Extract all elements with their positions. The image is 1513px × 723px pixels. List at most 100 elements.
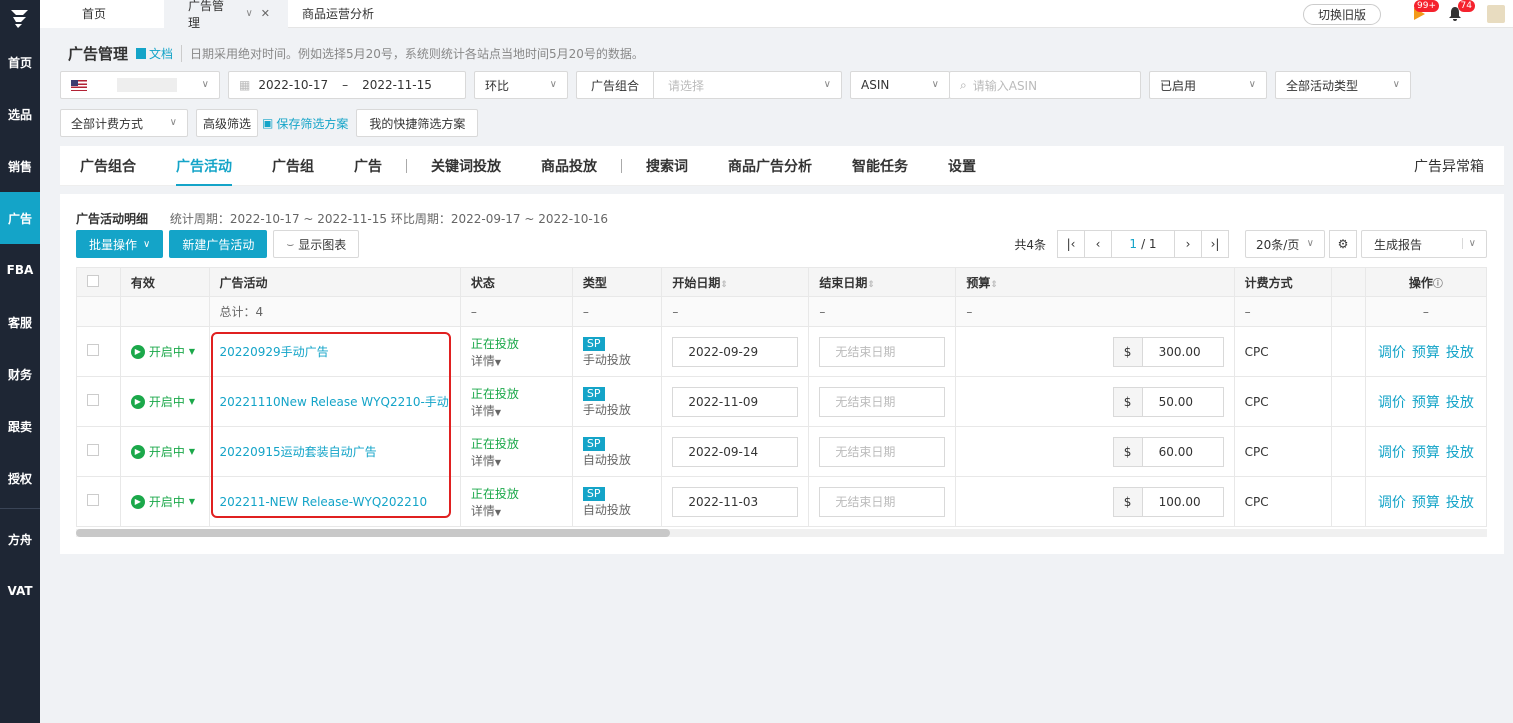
subtab-8[interactable]: 智能任务	[832, 146, 928, 186]
subtab-9[interactable]: 设置	[928, 146, 996, 186]
campaign-name-link[interactable]: 20220915运动套装自动广告	[220, 445, 377, 459]
end-date-input[interactable]: 无结束日期	[819, 436, 946, 467]
adjust-bid-link[interactable]: 调价	[1378, 395, 1406, 411]
avatar[interactable]	[1487, 5, 1505, 23]
start-date-input[interactable]: 2022-11-09	[672, 386, 799, 417]
budget-link[interactable]: 预算	[1412, 395, 1440, 411]
sidebar-item-8[interactable]: 授权	[0, 452, 40, 504]
next-page-button[interactable]: ›	[1174, 230, 1202, 258]
sidebar-item-7[interactable]: 跟卖	[0, 400, 40, 452]
tab-home[interactable]: 首页	[40, 0, 164, 28]
start-date-input[interactable]: 2022-09-14	[672, 436, 799, 467]
page-indicator[interactable]: 1 / 1	[1111, 230, 1175, 258]
row-checkbox[interactable]	[87, 344, 99, 356]
horizontal-scrollbar[interactable]	[76, 529, 1487, 537]
end-date-input[interactable]: 无结束日期	[819, 386, 946, 417]
budget-link[interactable]: 预算	[1412, 345, 1440, 361]
adjust-bid-link[interactable]: 调价	[1378, 345, 1406, 361]
adjust-bid-link[interactable]: 调价	[1378, 445, 1406, 461]
sidebar-item-10[interactable]: VAT	[0, 565, 40, 617]
sidebar-item-6[interactable]: 财务	[0, 348, 40, 400]
first-page-button[interactable]: |‹	[1057, 230, 1085, 258]
info-icon[interactable]: ⓘ	[1433, 279, 1443, 290]
switch-old-version-button[interactable]: 切换旧版	[1302, 3, 1381, 25]
enabled-toggle[interactable]: ▶ 开启中 ▼	[130, 443, 199, 460]
show-chart-button[interactable]: ⌣ 显示图表	[273, 230, 360, 258]
targeting-link[interactable]: 投放	[1446, 445, 1474, 461]
notification-flag-icon[interactable]: 99+	[1409, 0, 1439, 24]
campaign-type-select[interactable]: 全部活动类型 ∨	[1275, 71, 1411, 99]
row-checkbox[interactable]	[87, 394, 99, 406]
enabled-toggle[interactable]: ▶ 开启中 ▼	[130, 393, 199, 410]
subtab-7[interactable]: 商品广告分析	[708, 146, 832, 186]
targeting-link[interactable]: 投放	[1446, 495, 1474, 511]
detail-dropdown[interactable]: 详情▼	[471, 352, 562, 369]
subtab-0[interactable]: 广告组合	[80, 146, 156, 186]
subtab-6[interactable]: 搜索词	[626, 146, 708, 186]
new-campaign-button[interactable]: 新建广告活动	[169, 230, 268, 258]
row-checkbox[interactable]	[87, 494, 99, 506]
subtab-2[interactable]: 广告组	[252, 146, 334, 186]
doc-link[interactable]: 文档	[136, 45, 173, 62]
budget-input[interactable]: 60.00	[1141, 436, 1224, 467]
select-all-checkbox[interactable]	[87, 274, 99, 287]
date-range-picker[interactable]: ▦ 2022-10-17 – 2022-11-15	[228, 71, 466, 99]
budget-input[interactable]: 100.00	[1141, 486, 1224, 517]
subtab-3[interactable]: 广告	[334, 146, 402, 186]
detail-dropdown[interactable]: 详情▼	[471, 402, 562, 419]
sidebar-item-9[interactable]: 方舟	[0, 513, 40, 565]
subtab-4[interactable]: 关键词投放	[411, 146, 521, 186]
compare-select[interactable]: 环比 ∨	[474, 71, 568, 99]
adjust-bid-link[interactable]: 调价	[1378, 495, 1406, 511]
save-filter-plan-link[interactable]: ▣ 保存筛选方案	[262, 115, 348, 132]
asin-type-select[interactable]: ASIN ∨	[850, 71, 950, 99]
subtab-5[interactable]: 商品投放	[521, 146, 617, 186]
enabled-toggle[interactable]: ▶ 开启中 ▼	[130, 493, 199, 510]
budget-input[interactable]: 300.00	[1141, 336, 1224, 367]
subtab-1[interactable]: 广告活动	[156, 146, 252, 186]
billing-select[interactable]: 全部计费方式 ∨	[60, 109, 188, 137]
sidebar-item-4[interactable]: FBA	[0, 244, 40, 296]
chevron-down-icon[interactable]: ∨	[245, 8, 252, 19]
advanced-filter-button[interactable]: 高级筛选	[196, 109, 259, 137]
bell-icon[interactable]: 74	[1445, 0, 1475, 24]
site-select[interactable]: ∨	[60, 71, 220, 99]
sidebar-item-1[interactable]: 选品	[0, 88, 40, 140]
tab-product-analysis[interactable]: 商品运营分析	[288, 0, 392, 28]
sidebar-item-2[interactable]: 销售	[0, 140, 40, 192]
targeting-link[interactable]: 投放	[1446, 395, 1474, 411]
batch-operation-button[interactable]: 批量操作 ∨	[76, 230, 164, 258]
sidebar-item-5[interactable]: 客服	[0, 296, 40, 348]
page-size-select[interactable]: 20条/页 ∨	[1245, 230, 1325, 258]
tab-ad-management[interactable]: 广告管理 ∨ ✕	[164, 0, 288, 30]
targeting-link[interactable]: 投放	[1446, 345, 1474, 361]
close-icon[interactable]: ✕	[261, 7, 270, 20]
scrollbar-thumb[interactable]	[76, 529, 670, 537]
asin-search-input[interactable]: ⌕ 请输入ASIN	[949, 71, 1141, 99]
budget-input[interactable]: 50.00	[1141, 386, 1224, 417]
enabled-toggle[interactable]: ▶ 开启中 ▼	[130, 343, 199, 360]
campaign-name-link[interactable]: 202211-NEW Release-WYQ202210	[220, 495, 428, 509]
campaign-name-link[interactable]: 20220929手动广告	[220, 345, 329, 359]
ad-anomaly-box-link[interactable]: 广告异常箱	[1414, 156, 1484, 176]
col-end-date[interactable]: 结束日期⇕	[808, 267, 957, 297]
sidebar-item-3[interactable]: 广告	[0, 192, 40, 244]
portfolio-select[interactable]: 广告组合 请选择 ∨	[576, 71, 842, 99]
last-page-button[interactable]: ›|	[1201, 230, 1229, 258]
detail-dropdown[interactable]: 详情▼	[471, 452, 562, 469]
generate-report-button[interactable]: 生成报告 ∨	[1361, 230, 1487, 258]
my-filter-plans-button[interactable]: 我的快捷筛选方案	[356, 109, 479, 137]
app-logo[interactable]	[0, 0, 40, 36]
sidebar-item-0[interactable]: 首页	[0, 36, 40, 88]
col-start-date[interactable]: 开始日期⇕	[661, 267, 810, 297]
end-date-input[interactable]: 无结束日期	[819, 486, 946, 517]
end-date-input[interactable]: 无结束日期	[819, 336, 946, 367]
detail-dropdown[interactable]: 详情▼	[471, 502, 562, 519]
col-budget[interactable]: 预算⇕	[955, 267, 1235, 297]
budget-link[interactable]: 预算	[1412, 495, 1440, 511]
status-select[interactable]: 已启用 ∨	[1149, 71, 1267, 99]
start-date-input[interactable]: 2022-11-03	[672, 486, 799, 517]
budget-link[interactable]: 预算	[1412, 445, 1440, 461]
column-settings-gear-icon[interactable]: ⚙	[1329, 230, 1357, 258]
row-checkbox[interactable]	[87, 444, 99, 456]
